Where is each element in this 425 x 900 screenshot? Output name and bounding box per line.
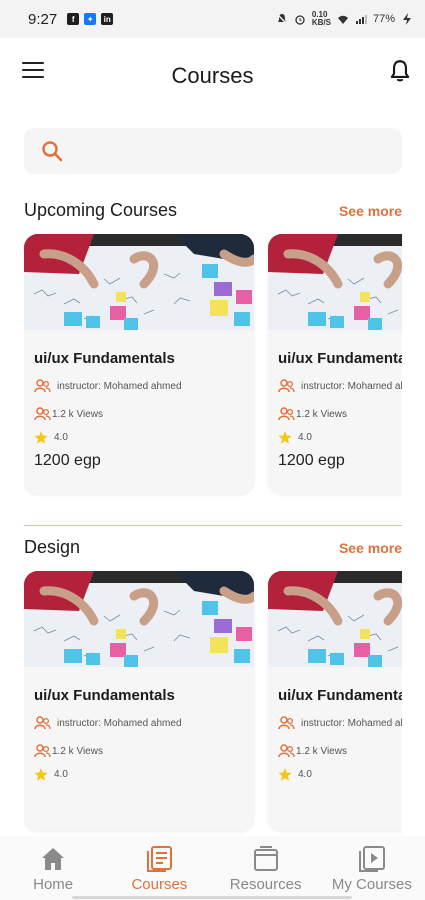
nav-label: My Courses [331,876,412,893]
resources-icon [253,846,278,871]
section-title: Design [24,537,81,557]
course-price: 1200 egp [278,452,345,469]
views-icon [34,407,51,421]
rating-row: 4.0 [278,768,402,781]
instructor-icon [278,716,295,730]
instructor-name: instructor: Mohamed ahmed [301,717,402,729]
page-title: Courses [171,63,254,88]
views-icon [278,744,295,758]
course-card[interactable]: ui/ux Fundamentals instructor: Mohamed a… [268,571,402,831]
course-title: ui/ux Fundamentals [34,350,175,367]
nav-item-courses[interactable]: Courses [106,836,212,900]
status-time: 9:27 [28,10,58,28]
course-card[interactable]: ui/ux Fundamentals instructor: Mohamed a… [24,571,254,831]
nav-item-resources[interactable]: Resources [213,836,319,900]
instructor-row: instructor: Mohamed ahmed [278,379,402,393]
instructor-icon [278,379,295,393]
search-input[interactable] [74,142,374,160]
rating-row: 4.0 [34,768,244,781]
alarm-icon [295,15,305,25]
play-icon [358,846,385,872]
facebook-icon: f [67,13,80,25]
instructor-name: instructor: Mohamed ahmed [57,717,182,729]
instructor-icon [34,379,51,393]
star-icon [34,768,48,781]
section-title: Upcoming Courses [24,200,178,220]
course-thumbnail [24,571,254,667]
section-divider [24,525,402,526]
wifi-icon [337,15,348,24]
search-icon[interactable] [40,139,64,163]
nav-item-my-courses[interactable]: My Courses [319,836,425,900]
course-thumbnail [268,234,402,330]
views-count: 1.2 k Views [52,745,103,757]
rating-value: 4.0 [298,769,312,780]
upcoming-courses-list[interactable]: ui/ux Fundamentals instructor: Mohamed a… [24,234,402,499]
section-header-design: Design See more [24,537,402,558]
course-card[interactable]: ui/ux Fundamentals instructor: Mohamed a… [24,234,254,494]
instructor-row: instructor: Mohamed ahmed [34,379,244,393]
see-more-link[interactable]: See more [339,203,402,219]
course-title: ui/ux Fundamentals [34,687,175,704]
instructor-name: instructor: Mohamed ahmed [301,380,402,392]
views-count: 1.2 k Views [52,408,103,420]
instructor-row: instructor: Mohamed ahmed [34,716,244,730]
rating-value: 4.0 [54,769,68,780]
notification-bell-icon[interactable] [387,58,413,84]
status-bar: 9:27 f ✦ in 0.10 KB/S 77% [0,0,425,38]
views-count: 1.2 k Views [296,408,347,420]
course-thumbnail [24,234,254,330]
status-indicators: 0.10 KB/S 77% [276,11,413,27]
nav-label: Courses [131,876,188,893]
star-icon [34,431,48,444]
course-title: ui/ux Fundamentals [278,350,402,367]
views-row: 1.2 k Views [278,407,402,421]
alarm-off-icon [276,13,288,25]
app-header: Courses [0,38,425,118]
section-header-upcoming: Upcoming Courses See more [24,200,402,221]
rating-row: 4.0 [278,431,402,444]
charging-icon [403,13,411,25]
course-card[interactable]: ui/ux Fundamentals instructor: Mohamed a… [268,234,402,494]
nav-label: Resources [229,876,302,893]
views-icon [34,744,51,758]
linkedin-icon: in [101,13,114,25]
star-icon [278,768,292,781]
battery-level: 77% [372,13,395,25]
home-icon [42,848,65,870]
menu-icon[interactable] [22,62,44,78]
instructor-name: instructor: Mohamed ahmed [57,380,182,392]
course-title: ui/ux Fundamentals [278,687,402,704]
rating-value: 4.0 [54,432,68,443]
design-courses-list[interactable]: ui/ux Fundamentals instructor: Mohamed a… [24,571,402,836]
nav-item-home[interactable]: Home [0,836,106,900]
rating-row: 4.0 [34,431,244,444]
views-icon [278,407,295,421]
instructor-icon [34,716,51,730]
views-row: 1.2 k Views [34,744,244,758]
views-count: 1.2 k Views [296,745,347,757]
home-indicator [72,896,352,899]
see-more-link[interactable]: See more [339,540,402,556]
instructor-row: instructor: Mohamed ahmed [278,716,402,730]
network-speed: 0.10 KB/S [311,10,331,27]
views-row: 1.2 k Views [278,744,402,758]
rating-value: 4.0 [298,432,312,443]
views-row: 1.2 k Views [34,407,244,421]
courses-icon [147,846,173,872]
messenger-icon: ✦ [84,13,97,25]
signal-icon [355,15,367,24]
course-price: 1200 egp [34,452,101,469]
nav-label: Home [33,876,74,893]
star-icon [278,431,292,444]
bottom-navigation: Home Courses Resources My Courses [0,836,425,900]
search-bar[interactable] [24,128,402,174]
course-thumbnail [268,571,402,667]
